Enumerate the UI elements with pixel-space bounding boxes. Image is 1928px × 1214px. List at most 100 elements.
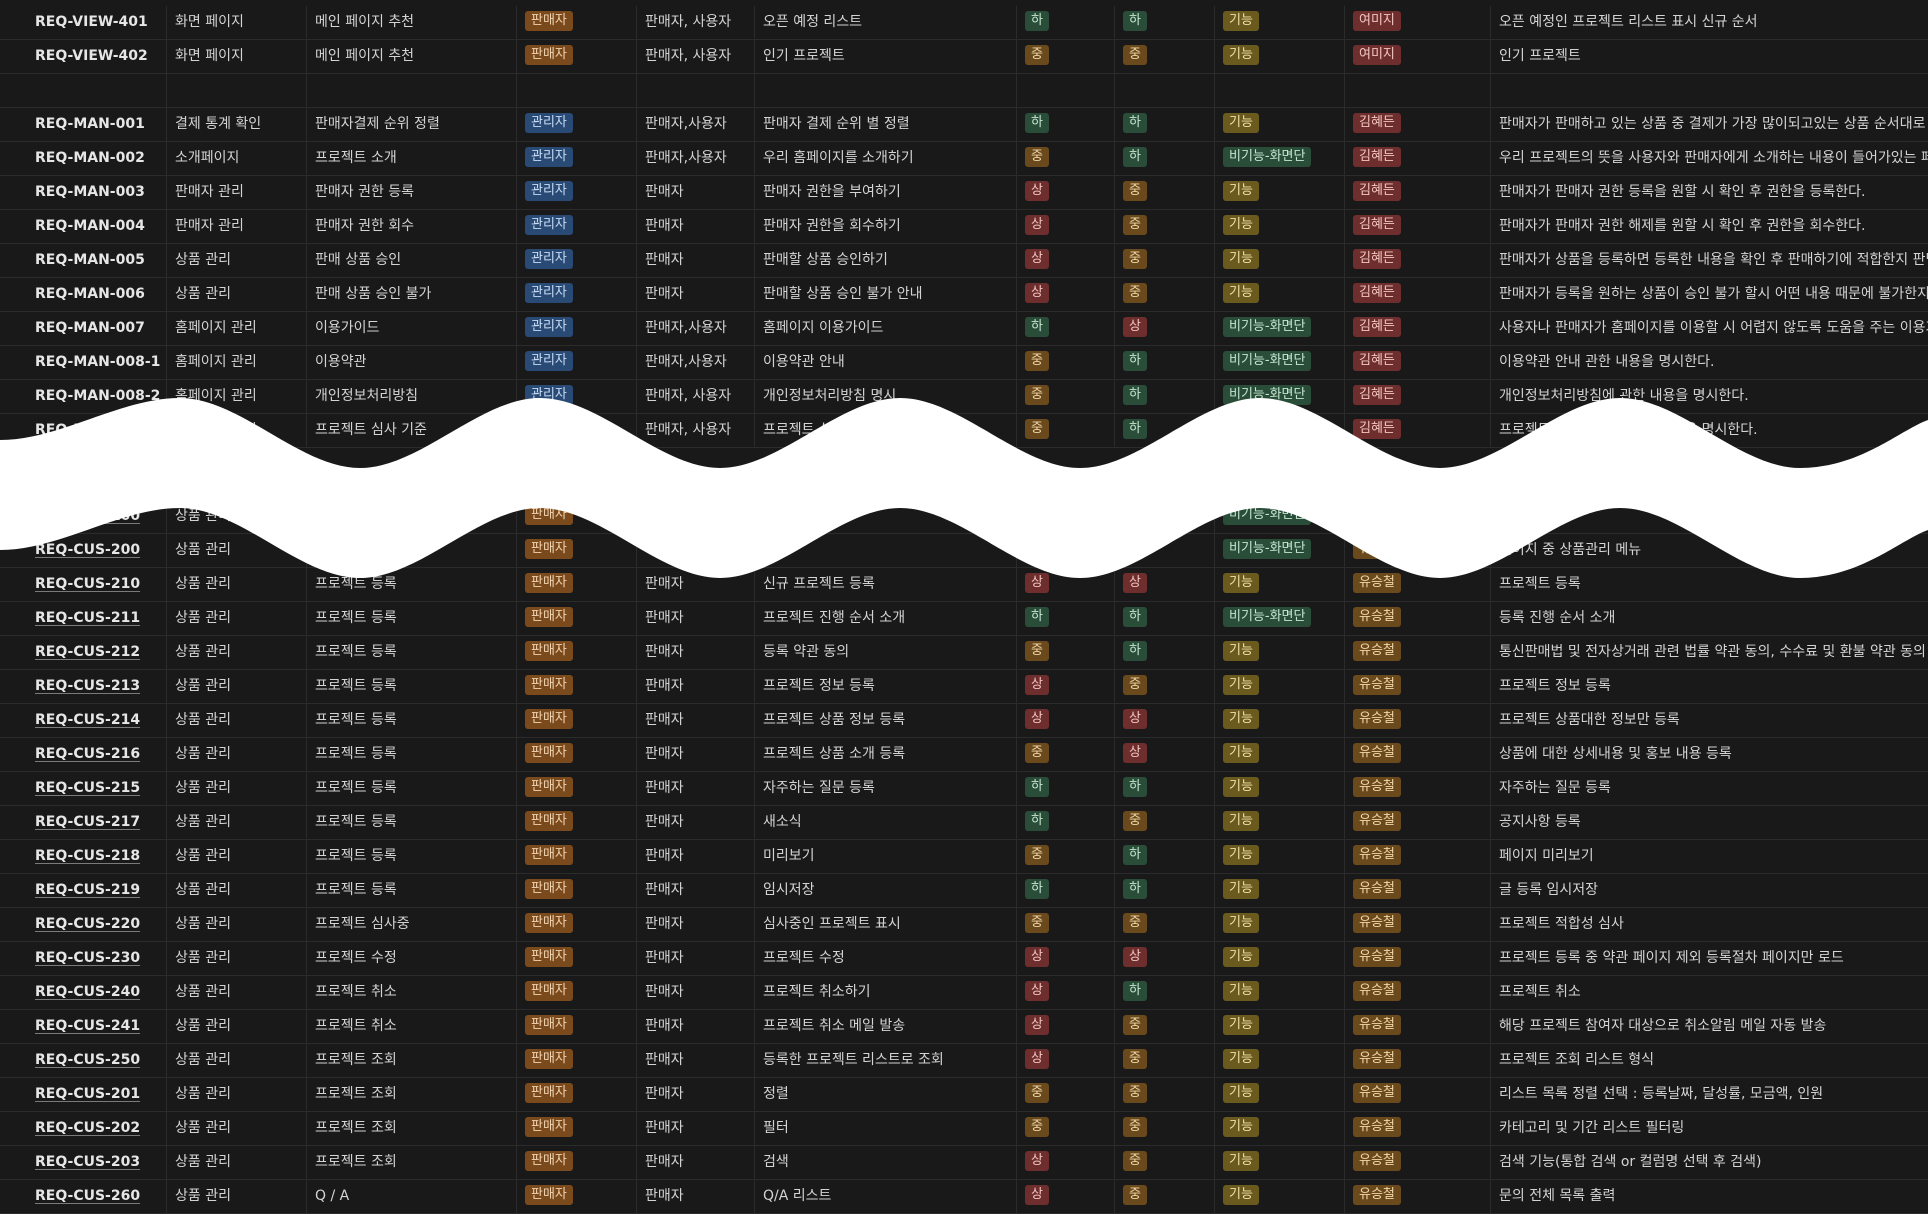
cell-owner[interactable]: 여미지 xyxy=(1344,40,1490,73)
table-row[interactable]: REQ-MAN-001 결제 통계 확인 판매자결제 순위 정렬 관리자 판매자,사용자… xyxy=(0,108,1928,142)
cell-type[interactable]: 기능 xyxy=(1214,6,1344,39)
cell-name[interactable]: 프로젝트 수정 xyxy=(754,942,1016,975)
cell-target[interactable] xyxy=(636,534,754,567)
cell-desc[interactable]: 카테고리 및 기간 리스트 필터링 xyxy=(1490,1112,1928,1145)
cell-name[interactable]: 개인정보처리방침 명시 xyxy=(754,380,1016,413)
cell-id[interactable]: REQ-CUS-215 xyxy=(0,772,166,805)
cell-id[interactable]: REQ-CUS-214 xyxy=(0,704,166,737)
cell-owner[interactable]: 유승철 xyxy=(1344,908,1490,941)
cell-desc[interactable]: 프로젝트 취소 xyxy=(1490,976,1928,1009)
cell-sub[interactable]: 메인 페이지 추천 xyxy=(306,40,516,73)
cell-owner[interactable]: 김혜든 xyxy=(1344,244,1490,277)
cell-name[interactable]: 임시저장 xyxy=(754,874,1016,907)
cell-name[interactable]: 판매할 상품 승인하기 xyxy=(754,244,1016,277)
cell-name[interactable]: 프로젝트 상품 정보 등록 xyxy=(754,704,1016,737)
cell-sub[interactable]: 메인 페이지 추천 xyxy=(306,6,516,39)
cell-type[interactable]: 기능 xyxy=(1214,738,1344,771)
cell-target[interactable] xyxy=(636,500,754,533)
cell-id[interactable]: REQ-MAN-007 xyxy=(0,312,166,345)
cell-sub[interactable]: 개인정보처리방침 xyxy=(306,380,516,413)
table-row[interactable]: REQ-CUS-241 상품 관리 프로젝트 취소 판매자 판매자 프로젝트 취소 메일 … xyxy=(0,1010,1928,1044)
cell-name[interactable] xyxy=(754,74,1016,107)
cell-desc[interactable]: 프로젝트 상품대한 정보만 등록 xyxy=(1490,704,1928,737)
cell-role[interactable]: 판매자 xyxy=(516,636,636,669)
cell-owner[interactable]: 유승철 xyxy=(1344,1112,1490,1145)
table-row[interactable]: REQ-CUS-250 상품 관리 프로젝트 조회 판매자 판매자 등록한 프로젝트 리스… xyxy=(0,1044,1928,1078)
cell-role[interactable]: 관리자 xyxy=(516,346,636,379)
cell-sub[interactable] xyxy=(306,500,516,533)
cell-desc[interactable]: 개인정보처리방침에 관한 내용을 명시한다. xyxy=(1490,380,1928,413)
cell-owner[interactable]: 유승철 xyxy=(1344,1078,1490,1111)
cell-sub[interactable]: 판매 상품 승인 불가 xyxy=(306,278,516,311)
cell-diff[interactable]: 중 xyxy=(1114,1078,1214,1111)
cell-cat[interactable]: 상품 관리 xyxy=(166,1044,306,1077)
cell-id[interactable]: REQ-CUS-230 xyxy=(0,942,166,975)
cell-cat[interactable]: 상품 관리 xyxy=(166,840,306,873)
table-row[interactable]: REQ-CUS-201 상품 관리 프로젝트 조회 판매자 판매자 정렬 중 중 기능 유승철 리스… xyxy=(0,1078,1928,1112)
cell-pri[interactable]: 중 xyxy=(1016,414,1114,447)
cell-cat[interactable]: 상품 관리 xyxy=(166,738,306,771)
cell-sub[interactable] xyxy=(306,534,516,567)
cell-sub[interactable]: Q / A xyxy=(306,1180,516,1213)
table-row[interactable]: REQ-CUS-200 상품 관리 판매자 비기능-화면단 유승철 페이지 중 상품관리 … xyxy=(0,534,1928,568)
cell-diff[interactable]: 하 xyxy=(1114,414,1214,447)
cell-pri[interactable]: 중 xyxy=(1016,636,1114,669)
cell-target[interactable] xyxy=(636,74,754,107)
cell-cat[interactable]: 홈페이지 관리 xyxy=(166,346,306,379)
cell-type[interactable]: 기능 xyxy=(1214,1044,1344,1077)
cell-type[interactable]: 기능 xyxy=(1214,40,1344,73)
cell-owner[interactable]: 유승철 xyxy=(1344,704,1490,737)
cell-desc[interactable]: 검색 기능(통합 검색 or 컬럼명 선택 후 검색) xyxy=(1490,1146,1928,1179)
cell-name[interactable]: 인기 프로젝트 xyxy=(754,40,1016,73)
cell-role[interactable]: 관리자 xyxy=(516,142,636,175)
cell-diff[interactable]: 중 xyxy=(1114,1010,1214,1043)
cell-role[interactable]: 판매자 xyxy=(516,670,636,703)
cell-id[interactable]: REQ-CUS-210 xyxy=(0,568,166,601)
cell-owner[interactable]: 김혜든 xyxy=(1344,278,1490,311)
table-row[interactable]: REQ-CUS-219 상품 관리 프로젝트 등록 판매자 판매자 임시저장 하 하 기능 유승철… xyxy=(0,874,1928,908)
cell-type[interactable]: 비기능-화면단 xyxy=(1214,500,1344,533)
cell-type[interactable]: 기능 xyxy=(1214,942,1344,975)
cell-name[interactable]: 프로젝트 취소 메일 발송 xyxy=(754,1010,1016,1043)
table-row[interactable]: REQ-CUS-203 상품 관리 프로젝트 조회 판매자 판매자 검색 상 중 기능 유승철 검색… xyxy=(0,1146,1928,1180)
cell-pri[interactable]: 상 xyxy=(1016,1146,1114,1179)
cell-owner[interactable]: 유승철 xyxy=(1344,1044,1490,1077)
cell-diff[interactable] xyxy=(1114,74,1214,107)
cell-role[interactable]: 판매자 xyxy=(516,568,636,601)
cell-role[interactable]: 판매자 xyxy=(516,976,636,1009)
cell-target[interactable]: 판매자,사용자 xyxy=(636,108,754,141)
cell-type[interactable]: 비기능-화면단 xyxy=(1214,380,1344,413)
cell-desc[interactable]: 프로젝트 등록 xyxy=(1490,568,1928,601)
cell-cat[interactable]: 상품 관리 xyxy=(166,908,306,941)
cell-role[interactable]: 판매자 xyxy=(516,704,636,737)
cell-type[interactable]: 기능 xyxy=(1214,772,1344,805)
cell-type[interactable]: 비기능-화면단 xyxy=(1214,142,1344,175)
cell-sub[interactable]: 프로젝트 등록 xyxy=(306,670,516,703)
cell-owner[interactable]: 김혜든 xyxy=(1344,176,1490,209)
cell-diff[interactable]: 상 xyxy=(1114,942,1214,975)
cell-pri[interactable]: 하 xyxy=(1016,602,1114,635)
cell-owner[interactable]: 유승철 xyxy=(1344,1180,1490,1213)
cell-cat[interactable]: 상품 관리 xyxy=(166,500,306,533)
cell-target[interactable]: 판매자,사용자 xyxy=(636,346,754,379)
cell-type[interactable]: 기능 xyxy=(1214,244,1344,277)
cell-target[interactable]: 판매자 xyxy=(636,976,754,1009)
cell-diff[interactable]: 하 xyxy=(1114,874,1214,907)
table-row[interactable]: REQ-MAN-004 판매자 관리 판매자 권한 회수 관리자 판매자 판매자 권한을 … xyxy=(0,210,1928,244)
cell-pri[interactable]: 하 xyxy=(1016,874,1114,907)
cell-sub[interactable]: 판매자결제 순위 정렬 xyxy=(306,108,516,141)
cell-role[interactable]: 판매자 xyxy=(516,1146,636,1179)
cell-pri[interactable]: 상 xyxy=(1016,670,1114,703)
cell-diff[interactable]: 중 xyxy=(1114,1044,1214,1077)
cell-target[interactable]: 판매자 xyxy=(636,738,754,771)
cell-type[interactable]: 기능 xyxy=(1214,1180,1344,1213)
cell-id[interactable]: REQ-CUS-250 xyxy=(0,1044,166,1077)
cell-diff[interactable]: 중 xyxy=(1114,40,1214,73)
cell-role[interactable]: 판매자 xyxy=(516,806,636,839)
cell-id[interactable]: REQ-CUS-241 xyxy=(0,1010,166,1043)
cell-role[interactable]: 판매자 xyxy=(516,908,636,941)
cell-owner[interactable]: 여미지 xyxy=(1344,6,1490,39)
table-row[interactable]: REQ-CUS-220 상품 관리 프로젝트 심사중 판매자 판매자 심사중인 프로젝트 … xyxy=(0,908,1928,942)
cell-target[interactable]: 판매자 xyxy=(636,176,754,209)
table-row[interactable]: REQ-MAN-007 홈페이지 관리 이용가이드 관리자 판매자,사용자 홈페이지 이용… xyxy=(0,312,1928,346)
